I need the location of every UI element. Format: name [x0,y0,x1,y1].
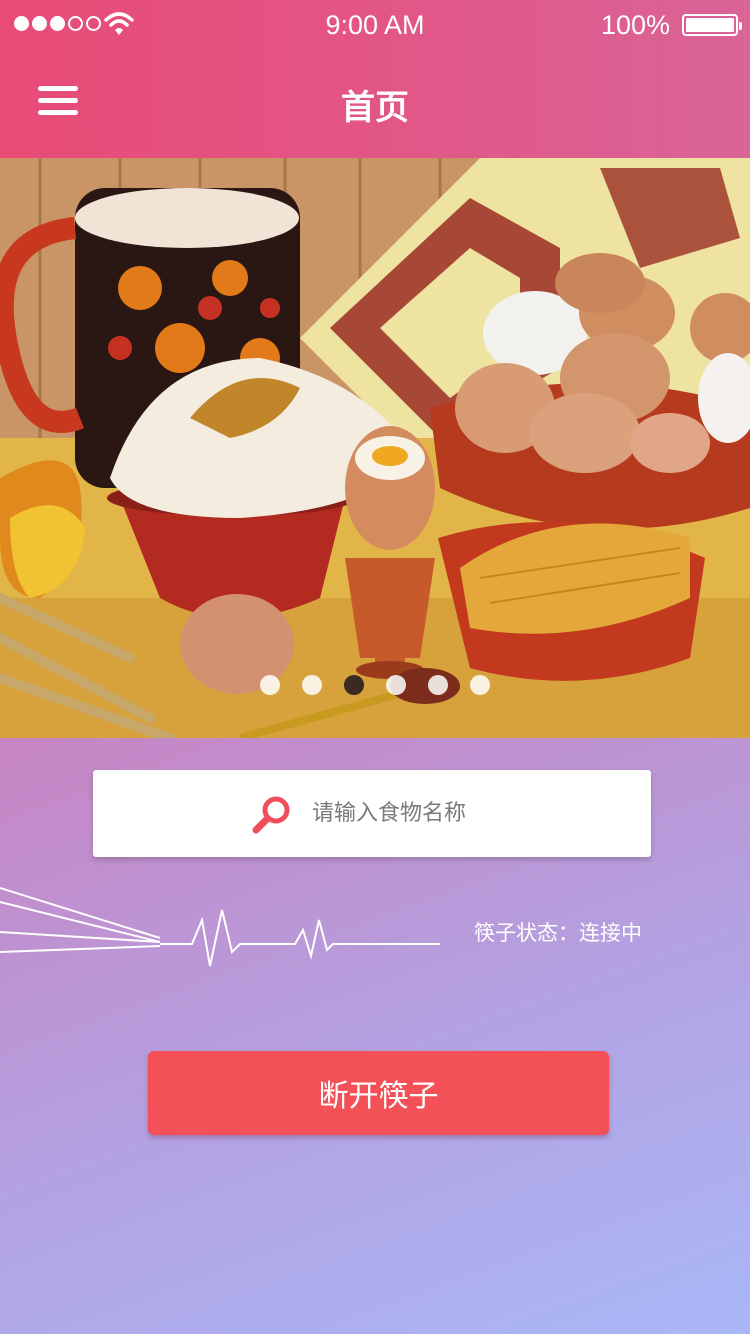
page-title: 首页 [341,88,409,128]
search-icon [252,796,290,833]
chopsticks-pulse-graphic [0,887,440,967]
header: 9:00 AM 100% 首页 [0,0,750,158]
carousel-pager [0,675,750,695]
carousel-dot-active[interactable] [344,675,364,695]
search-bar[interactable] [93,770,651,857]
battery-icon [682,14,742,36]
carousel-dot[interactable] [302,675,322,695]
search-input[interactable] [312,801,492,826]
chopstick-status-text: 筷子状态：连接中 [474,921,642,945]
status-bar: 9:00 AM 100% [0,0,750,50]
carousel-dot[interactable] [428,675,448,695]
disconnect-chopsticks-button[interactable]: 断开筷子 [148,1051,609,1135]
carousel-dot[interactable] [260,675,280,695]
nav-bar: 首页 [0,50,750,158]
carousel-dot[interactable] [470,675,490,695]
banner-image [0,158,750,738]
carousel-dot[interactable] [386,675,406,695]
banner-carousel[interactable] [0,158,750,738]
battery-percent: 100% [600,10,670,40]
